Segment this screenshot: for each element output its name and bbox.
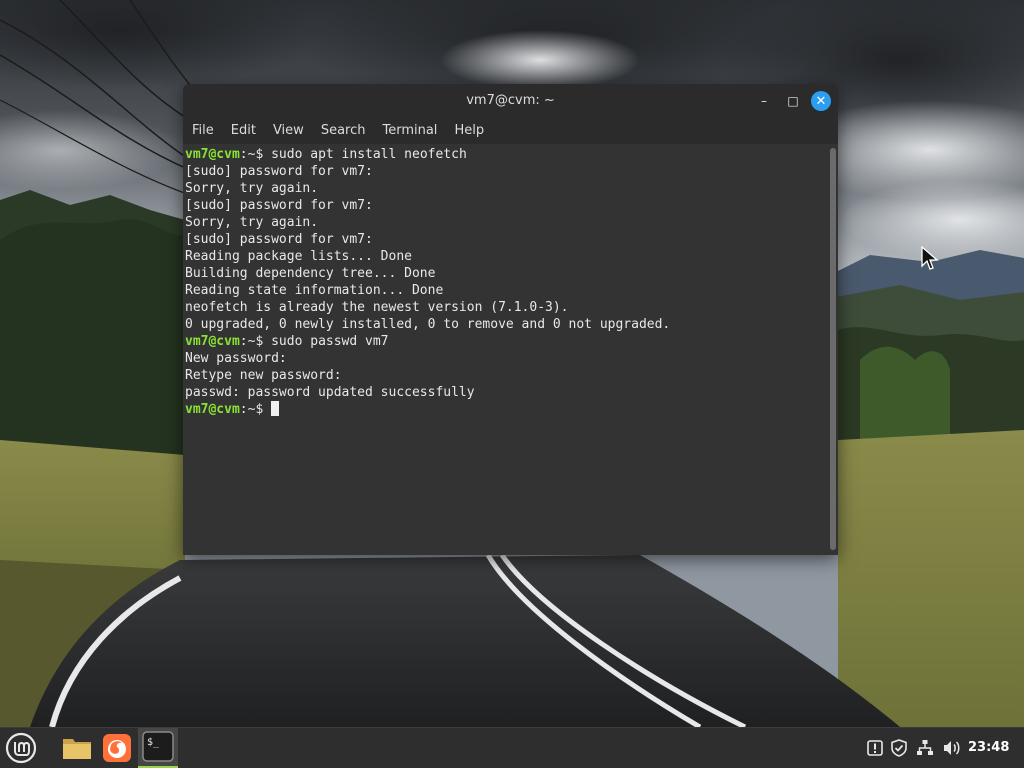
- menu-edit[interactable]: Edit: [222, 118, 264, 144]
- text-cursor: [271, 401, 280, 416]
- update-manager-icon[interactable]: [866, 739, 884, 757]
- terminal-line: passwd: password updated successfully: [185, 384, 670, 401]
- network-icon[interactable]: [916, 739, 934, 757]
- terminal-window: vm7@cvm: ~ – □ ✕ File Edit View Search T…: [183, 84, 838, 555]
- firefox-launcher[interactable]: [101, 732, 133, 768]
- output-text: Retype new password:: [185, 368, 342, 383]
- terminal-line: Building dependency tree... Done: [185, 265, 670, 282]
- terminal-icon: $_: [142, 731, 174, 762]
- minimize-button[interactable]: –: [755, 92, 773, 110]
- terminal-line: vm7@cvm:~$ sudo passwd vm7: [185, 333, 670, 350]
- terminal-line: Reading state information... Done: [185, 282, 670, 299]
- menu-button[interactable]: [5, 732, 37, 768]
- prompt-path: :~$: [239, 402, 272, 417]
- maximize-button[interactable]: □: [784, 92, 802, 110]
- terminal-text: vm7@cvm:~$ sudo apt install neofetch [sud…: [185, 146, 670, 418]
- close-icon: ✕: [815, 93, 827, 109]
- menu-file[interactable]: File: [183, 118, 222, 144]
- prompt-path: :~$: [239, 147, 272, 162]
- terminal-line: Sorry, try again.: [185, 180, 670, 197]
- terminal-line: [sudo] password for vm7:: [185, 197, 670, 214]
- terminal-line: Retype new password:: [185, 367, 670, 384]
- terminal-launcher[interactable]: $_: [138, 728, 178, 768]
- terminal-line: Sorry, try again.: [185, 214, 670, 231]
- menu-bar: File Edit View Search Terminal Help: [183, 118, 838, 144]
- output-text: Sorry, try again.: [185, 215, 319, 230]
- output-text: neofetch is already the newest version (…: [185, 300, 569, 315]
- menu-view[interactable]: View: [264, 118, 312, 144]
- terminal-line: 0 upgraded, 0 newly installed, 0 to remo…: [185, 316, 670, 333]
- terminal-line: New password:: [185, 350, 670, 367]
- clock[interactable]: 23:48: [968, 740, 1009, 755]
- mouse-pointer-icon: [921, 246, 939, 270]
- prompt-user-host: vm7@cvm: [185, 334, 240, 349]
- prompt-path: :~$: [239, 334, 272, 349]
- output-text: 0 upgraded, 0 newly installed, 0 to remo…: [185, 317, 671, 332]
- terminal-line: vm7@cvm:~$ sudo apt install neofetch: [185, 146, 670, 163]
- window-title: vm7@cvm: ~: [466, 93, 555, 108]
- terminal-line: vm7@cvm:~$: [185, 401, 670, 418]
- terminal-line: [sudo] password for vm7:: [185, 163, 670, 180]
- files-launcher[interactable]: [61, 732, 93, 768]
- maximize-icon: □: [787, 94, 799, 108]
- title-bar[interactable]: vm7@cvm: ~ – □ ✕: [183, 84, 838, 118]
- terminal-output[interactable]: vm7@cvm:~$ sudo apt install neofetch [sud…: [183, 144, 838, 555]
- terminal-line: neofetch is already the newest version (…: [185, 299, 670, 316]
- output-text: [sudo] password for vm7:: [185, 232, 373, 247]
- taskbar: $_ 23:48: [0, 727, 1024, 768]
- terminal-line: [sudo] password for vm7:: [185, 231, 670, 248]
- scrollbar[interactable]: [830, 148, 836, 550]
- shield-icon[interactable]: [890, 739, 908, 757]
- command-text: sudo apt install neofetch: [271, 147, 467, 162]
- output-text: New password:: [185, 351, 287, 366]
- output-text: [sudo] password for vm7:: [185, 164, 373, 179]
- folder-icon: [63, 739, 91, 759]
- volume-icon[interactable]: [942, 739, 962, 757]
- output-text: Building dependency tree... Done: [185, 266, 436, 281]
- output-text: passwd: password updated successfully: [185, 385, 475, 400]
- command-text: sudo passwd vm7: [271, 334, 389, 349]
- prompt-user-host: vm7@cvm: [185, 402, 240, 417]
- menu-terminal[interactable]: Terminal: [373, 118, 445, 144]
- output-text: Reading state information... Done: [185, 283, 444, 298]
- menu-search[interactable]: Search: [312, 118, 374, 144]
- terminal-icon-label: $_: [147, 737, 160, 748]
- minimize-icon: –: [761, 94, 767, 108]
- prompt-user-host: vm7@cvm: [185, 147, 240, 162]
- firefox-icon: [103, 734, 131, 762]
- output-text: Reading package lists... Done: [185, 249, 412, 264]
- close-button[interactable]: ✕: [811, 91, 831, 111]
- linux-mint-logo-icon: [5, 732, 37, 764]
- output-text: Sorry, try again.: [185, 181, 319, 196]
- output-text: [sudo] password for vm7:: [185, 198, 373, 213]
- menu-help[interactable]: Help: [445, 118, 492, 144]
- terminal-line: Reading package lists... Done: [185, 248, 670, 265]
